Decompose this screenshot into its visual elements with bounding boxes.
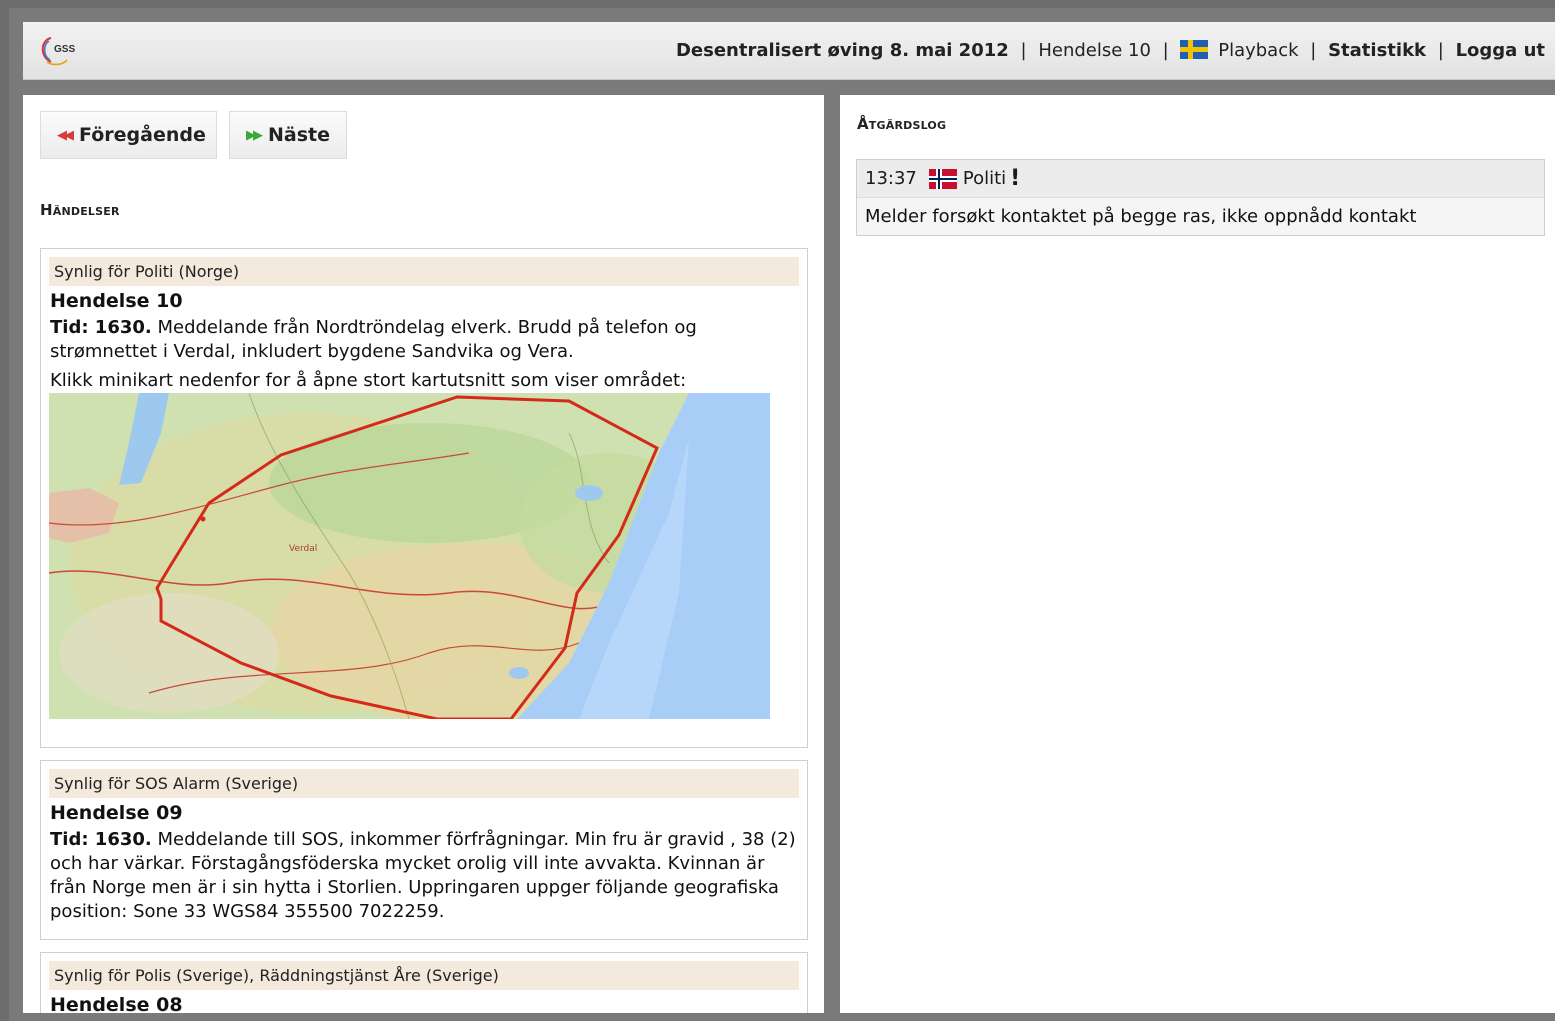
separator: | <box>1310 40 1317 61</box>
playback-link[interactable]: Playback <box>1218 40 1298 61</box>
action-log-panel: Åtgärdslog 13:37 Politi ! Melder forsøkt… <box>840 95 1555 1013</box>
event-card: Synlig för Politi (Norge) Hendelse 10 Ti… <box>40 248 808 748</box>
log-entry-header: 13:37 Politi ! <box>857 160 1544 198</box>
norway-flag-icon <box>928 168 957 189</box>
action-log-title: Åtgärdslog <box>857 115 947 133</box>
logo-text: GSS <box>54 44 76 55</box>
double-arrow-left-icon: ◀◀ <box>57 127 74 143</box>
log-time: 13:37 <box>865 168 917 189</box>
gss-logo[interactable]: GSS <box>37 34 81 68</box>
event-title: Hendelse 09 <box>50 802 183 824</box>
visibility-bar: Synlig för Polis (Sverige), Räddningstjä… <box>49 961 799 990</box>
event-description: Tid: 1630. Meddelande till SOS, inkommer… <box>50 828 799 924</box>
sweden-flag-icon <box>1180 40 1209 59</box>
double-arrow-right-icon: ▶▶ <box>246 127 263 143</box>
previous-button[interactable]: ◀◀ Föregående <box>40 111 217 159</box>
event-title: Hendelse 10 <box>50 290 183 312</box>
event-text: Meddelande till SOS, inkommer förfrågnin… <box>50 829 796 922</box>
visibility-bar: Synlig för Politi (Norge) <box>49 257 799 286</box>
current-event-label: Hendelse 10 <box>1038 40 1151 61</box>
logout-link[interactable]: Logga ut <box>1456 40 1545 61</box>
minimap[interactable]: Verdal <box>49 393 770 719</box>
next-button-label: Näste <box>268 124 331 146</box>
exclamation-icon: ! <box>1010 166 1021 191</box>
separator: | <box>1437 40 1444 61</box>
next-button[interactable]: ▶▶ Näste <box>229 111 347 159</box>
previous-button-label: Föregående <box>79 124 206 146</box>
exercise-title: Desentralisert øving 8. mai 2012 <box>675 40 1009 61</box>
log-entry: 13:37 Politi ! Melder forsøkt kontaktet … <box>856 159 1545 236</box>
separator: | <box>1020 40 1027 61</box>
log-message: Melder forsøkt kontaktet på begge ras, i… <box>857 198 1544 235</box>
map-place-label: Verdal <box>289 544 317 554</box>
event-title: Hendelse 08 <box>50 994 183 1013</box>
statistics-link[interactable]: Statistikk <box>1328 40 1426 61</box>
log-actor: Politi <box>962 168 1007 189</box>
top-navigation: Desentralisert øving 8. mai 2012 | Hende… <box>676 40 1545 61</box>
event-time: Tid: 1630. <box>50 829 152 850</box>
event-card: Synlig för Polis (Sverige), Räddningstjä… <box>40 952 808 1013</box>
top-header: GSS Desentralisert øving 8. mai 2012 | H… <box>23 22 1555 80</box>
events-section-title: Händelser <box>40 201 120 219</box>
separator: | <box>1162 40 1169 61</box>
map-instruction: Klikk minikart nedenfor for å åpne stort… <box>50 370 687 391</box>
event-description: Tid: 1630. Meddelande från Nordtröndelag… <box>50 316 799 364</box>
visibility-bar: Synlig för SOS Alarm (Sverige) <box>49 769 799 798</box>
events-panel: ◀◀ Föregående ▶▶ Näste Händelser Synlig … <box>23 95 824 1013</box>
event-card: Synlig för SOS Alarm (Sverige) Hendelse … <box>40 760 808 940</box>
event-time: Tid: 1630. <box>50 317 152 338</box>
